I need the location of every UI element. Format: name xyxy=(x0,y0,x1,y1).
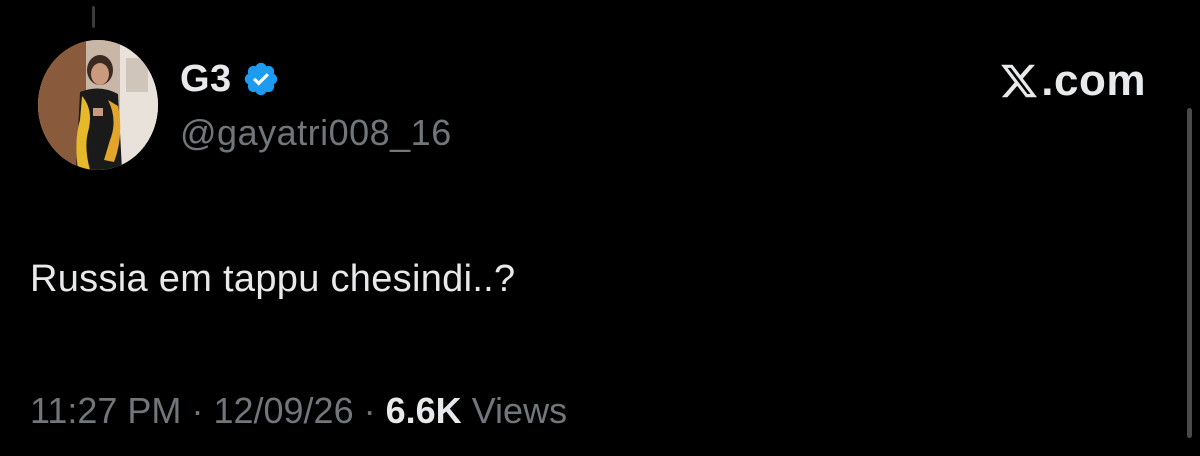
display-name[interactable]: G3 xyxy=(180,58,232,101)
x-logo-icon xyxy=(999,61,1039,101)
tweet-date[interactable]: 12/09/26 xyxy=(213,390,353,431)
views-count[interactable]: 6.6K xyxy=(386,390,462,431)
author-name-row: G3 xyxy=(180,54,280,104)
avatar-photo xyxy=(38,40,158,170)
verified-badge-icon xyxy=(242,60,280,98)
thread-connector-line xyxy=(92,6,95,28)
views-label: Views xyxy=(471,390,568,431)
tweet-time[interactable]: 11:27 PM xyxy=(30,390,181,431)
meta-separator: · xyxy=(191,390,204,431)
avatar[interactable] xyxy=(38,40,158,170)
brand-text: .com xyxy=(1041,56,1146,105)
brand-x-com: .com xyxy=(999,56,1146,106)
scrollbar[interactable] xyxy=(1187,108,1192,438)
tweet-text: Russia em tappu chesindi..? xyxy=(30,258,516,300)
author-handle[interactable]: @gayatri008_16 xyxy=(180,112,452,154)
tweet-meta: 11:27 PM · 12/09/26 · 6.6K Views xyxy=(30,390,567,432)
meta-separator: · xyxy=(363,390,376,431)
